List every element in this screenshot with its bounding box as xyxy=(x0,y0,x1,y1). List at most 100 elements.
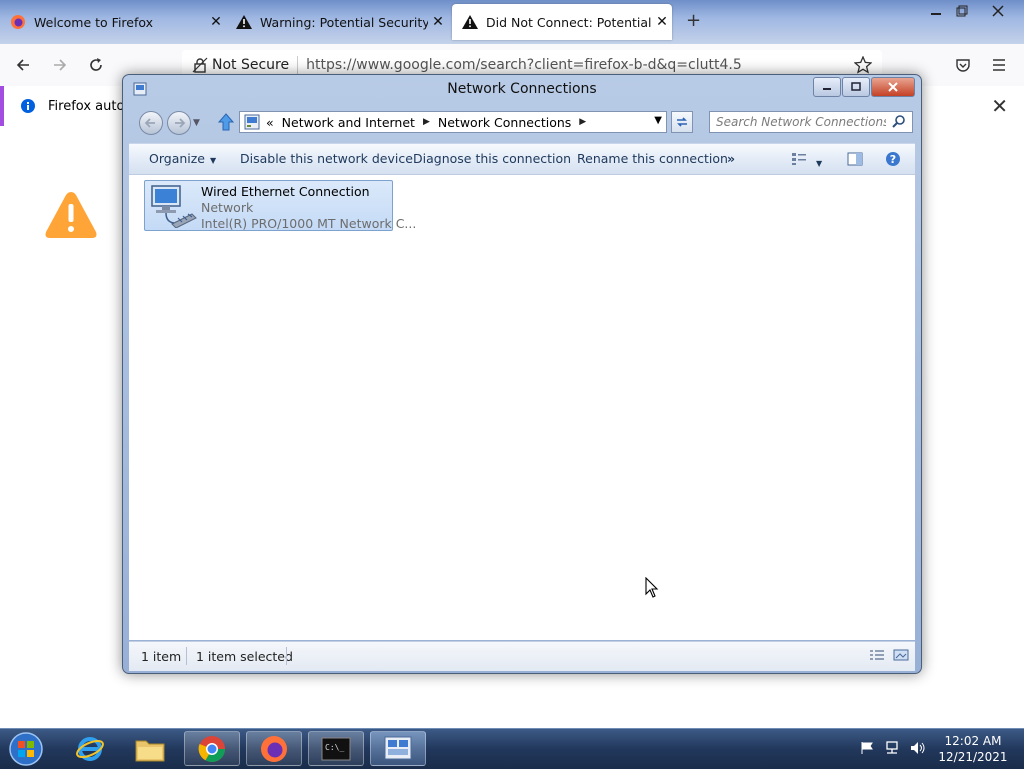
window-caption-buttons xyxy=(812,77,915,97)
details-view-button[interactable] xyxy=(869,649,885,664)
star-icon xyxy=(854,56,872,74)
explorer-close-button[interactable] xyxy=(871,77,915,97)
status-bar: 1 item 1 item selected xyxy=(129,641,915,671)
not-secure-label: Not Secure xyxy=(212,57,290,73)
system-tray xyxy=(860,729,926,769)
tab-close-icon[interactable]: ✕ xyxy=(652,14,672,30)
restore-window-button[interactable] xyxy=(948,0,976,22)
firefox-icon xyxy=(261,735,287,762)
address-history-chevron-down-icon[interactable]: ▼ xyxy=(654,115,662,126)
rename-connection-button[interactable]: Rename this connection xyxy=(577,151,728,166)
taskbar-network-connections[interactable] xyxy=(370,731,426,766)
taskbar-clock[interactable]: 12:02 AM 12/21/2021 xyxy=(938,733,1008,765)
explorer-back-button[interactable] xyxy=(139,111,163,135)
connections-list: Wired Ethernet Connection Network Intel(… xyxy=(129,175,915,640)
arrow-right-icon xyxy=(54,59,67,71)
up-arrow-icon xyxy=(217,113,235,131)
preview-pane-icon xyxy=(847,152,863,166)
minimize-icon xyxy=(823,88,831,90)
breadcrumb-overflow[interactable]: « xyxy=(266,115,274,130)
maximize-icon xyxy=(851,82,861,91)
network-tray-icon[interactable] xyxy=(884,740,900,758)
svg-text:?: ? xyxy=(890,153,896,166)
diagnose-connection-button[interactable]: Diagnose this connection xyxy=(413,151,571,166)
info-icon xyxy=(21,99,35,113)
taskbar-command-prompt[interactable]: C:\_ xyxy=(308,731,364,766)
tab-did-not-connect[interactable]: Did Not Connect: Potential Security Issu… xyxy=(452,4,672,40)
tab-close-icon[interactable]: ✕ xyxy=(428,14,448,30)
tab-welcome-to-firefox[interactable]: Welcome to Firefox ✕ xyxy=(0,4,226,40)
pocket-button[interactable] xyxy=(950,52,976,78)
action-center-flag-icon[interactable] xyxy=(860,741,874,758)
large-icons-view-icon xyxy=(893,649,909,661)
view-chevron-down-icon: ▼ xyxy=(815,159,823,168)
taskbar-internet-explorer[interactable] xyxy=(62,731,118,766)
up-level-button[interactable] xyxy=(217,112,235,135)
url-separator xyxy=(297,56,299,74)
tab-close-icon[interactable]: ✕ xyxy=(206,14,226,30)
recent-pages-chevron-down-icon[interactable]: ▼ xyxy=(193,118,200,128)
search-icon[interactable] xyxy=(892,114,906,128)
control-panel-icon xyxy=(244,114,260,130)
chrome-icon xyxy=(198,735,226,762)
firefox-tab-strip: Welcome to Firefox ✕ Warning: Potential … xyxy=(0,0,1024,44)
address-bar[interactable]: « Network and Internet ▶ Network Connect… xyxy=(239,111,667,133)
refresh-button[interactable] xyxy=(671,111,693,133)
organize-button[interactable]: Organize ▼ xyxy=(149,151,216,166)
explorer-maximize-button[interactable] xyxy=(842,77,870,97)
change-view-button[interactable]: ▼ xyxy=(791,152,822,169)
taskbar-file-explorer[interactable] xyxy=(122,731,178,766)
close-window-button[interactable] xyxy=(984,0,1012,22)
breadcrumb-chevron-right-icon[interactable]: ▶ xyxy=(579,117,586,127)
clock-time: 12:02 AM xyxy=(944,734,1002,748)
explorer-forward-button[interactable] xyxy=(167,111,191,135)
more-commands-button[interactable]: » xyxy=(727,151,735,166)
menu-button[interactable] xyxy=(986,52,1012,78)
tab-title: Did Not Connect: Potential Security Issu… xyxy=(486,14,652,30)
window-title: Network Connections xyxy=(447,81,597,97)
warning-icon xyxy=(236,15,252,29)
start-button[interactable] xyxy=(4,731,48,767)
minimize-window-button[interactable] xyxy=(922,0,950,22)
new-tab-button[interactable]: + xyxy=(686,10,701,31)
item-count: 1 item xyxy=(141,649,182,664)
search-box[interactable] xyxy=(709,111,913,133)
clock-date: 12/21/2021 xyxy=(938,750,1008,764)
tab-security-risk[interactable]: Warning: Potential Security Risk Ahead ✕ xyxy=(226,4,448,40)
minimize-icon xyxy=(931,13,941,15)
pocket-icon xyxy=(956,59,970,72)
reload-button[interactable] xyxy=(83,52,109,78)
svg-text:C:\_: C:\_ xyxy=(325,743,344,752)
list-item-wired-ethernet-connection[interactable]: Wired Ethernet Connection Network Intel(… xyxy=(144,180,416,231)
url-text[interactable]: https://www.google.com/search?client=fir… xyxy=(306,57,742,73)
taskbar-chrome[interactable] xyxy=(184,731,240,766)
preview-pane-button[interactable] xyxy=(847,152,863,169)
taskbar-firefox[interactable] xyxy=(246,731,302,766)
notification-close-icon[interactable]: ✕ xyxy=(991,94,1008,118)
volume-tray-icon[interactable] xyxy=(910,741,926,758)
view-details-icon xyxy=(792,153,806,165)
disable-network-device-button[interactable]: Disable this network device xyxy=(240,151,413,166)
tab-title: Welcome to Firefox xyxy=(34,14,154,30)
navigation-bar: ▼ « Network and Internet ▶ Network Conne… xyxy=(137,109,913,137)
taskbar: C:\_ 12:02 AM 12/21/2021 xyxy=(0,728,1024,769)
help-button[interactable]: ? xyxy=(885,151,901,170)
close-icon xyxy=(888,82,898,92)
insecure-lock-icon xyxy=(192,57,208,73)
close-icon xyxy=(992,5,1004,17)
organize-chevron-down-icon: ▼ xyxy=(210,156,217,165)
breadcrumb-network-connections[interactable]: Network Connections xyxy=(438,115,571,130)
breadcrumb-chevron-right-icon[interactable]: ▶ xyxy=(423,117,430,127)
explorer-minimize-button[interactable] xyxy=(813,77,841,97)
large-icons-view-button[interactable] xyxy=(893,649,909,664)
back-button[interactable] xyxy=(10,52,36,78)
command-prompt-icon: C:\_ xyxy=(321,737,351,760)
firefox-icon xyxy=(11,15,25,29)
search-input[interactable] xyxy=(714,114,888,130)
reload-icon xyxy=(90,58,102,71)
forward-button[interactable] xyxy=(47,52,73,78)
restore-icon xyxy=(956,5,968,17)
help-icon: ? xyxy=(886,152,900,166)
breadcrumb-network-and-internet[interactable]: Network and Internet xyxy=(282,115,415,130)
forward-arrow-icon xyxy=(175,118,186,128)
